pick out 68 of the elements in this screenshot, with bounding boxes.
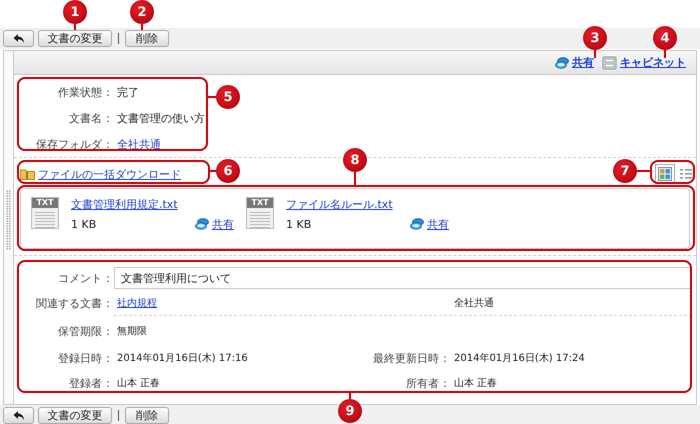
colon: : bbox=[106, 352, 110, 364]
callout-marker: 7 bbox=[613, 159, 637, 183]
colon: : bbox=[106, 272, 110, 284]
callout-marker: 5 bbox=[216, 85, 240, 109]
disc-stack-icon bbox=[195, 218, 209, 230]
field-value: 2014年01月16日(木) 17:24 bbox=[454, 352, 585, 365]
field-value: 山本 正春 bbox=[117, 376, 160, 390]
field-label: 関連する文書 bbox=[36, 296, 102, 310]
field-label: 登録者 bbox=[69, 376, 102, 390]
file-type-label: TXT bbox=[247, 198, 273, 208]
callout-marker: 6 bbox=[216, 159, 240, 183]
callout-marker: 1 bbox=[63, 0, 87, 24]
back-button[interactable] bbox=[3, 30, 34, 47]
field-value: 全社共通 bbox=[454, 296, 494, 310]
delete-button[interactable]: 削除 bbox=[125, 407, 169, 424]
field-label: 最終更新日時 bbox=[373, 350, 439, 366]
list-view-icon bbox=[680, 169, 692, 179]
file-type-label: TXT bbox=[32, 198, 58, 208]
field-label: コメント bbox=[58, 270, 102, 286]
share-link[interactable]: 共有 bbox=[427, 216, 449, 232]
colon: : bbox=[105, 86, 111, 98]
callout-marker: 9 bbox=[338, 399, 362, 423]
file-size: 1 KB bbox=[286, 218, 312, 230]
grid-view-icon bbox=[658, 167, 672, 181]
colon: : bbox=[106, 376, 110, 390]
back-arrow-icon bbox=[12, 33, 24, 44]
folder-icon bbox=[20, 168, 35, 180]
back-arrow-icon bbox=[12, 410, 24, 421]
field-value: 文書管理の使い方 bbox=[117, 112, 205, 124]
field-label: 文書名 bbox=[68, 110, 102, 126]
callout-marker: 2 bbox=[130, 0, 154, 24]
related-document-link[interactable]: 社内規程 bbox=[117, 296, 157, 310]
field-label: 作業状態 bbox=[57, 84, 102, 100]
cabinet-link[interactable]: キャビネット bbox=[620, 55, 686, 70]
folder-link[interactable]: 全社共通 bbox=[117, 138, 161, 150]
field-value: 山本 正春 bbox=[454, 376, 498, 390]
field-value: 無期限 bbox=[117, 324, 147, 338]
back-button[interactable] bbox=[3, 407, 34, 424]
colon: : bbox=[106, 324, 110, 338]
callout-marker: 8 bbox=[343, 148, 367, 172]
thumbnail-view-button[interactable] bbox=[655, 164, 675, 184]
download-all-link[interactable]: ファイルの一括ダウンロード bbox=[38, 166, 181, 182]
field-label: 登録日時 bbox=[58, 350, 102, 366]
resize-handle[interactable] bbox=[6, 190, 11, 250]
edit-document-button[interactable]: 文書の変更 bbox=[38, 30, 112, 47]
file-size: 1 KB bbox=[71, 218, 96, 230]
colon: : bbox=[443, 376, 447, 390]
delete-button[interactable]: 削除 bbox=[125, 30, 169, 47]
disc-stack-icon bbox=[555, 56, 569, 68]
disc-stack-icon bbox=[410, 218, 424, 230]
field-value: 2014年01月16日(木) 17:16 bbox=[117, 352, 248, 365]
colon: : bbox=[105, 138, 111, 150]
comment-field[interactable]: 文書管理利用について bbox=[114, 267, 692, 289]
leader-line bbox=[636, 170, 650, 172]
cabinet-icon bbox=[602, 56, 617, 70]
share-link[interactable]: 共有 bbox=[212, 216, 234, 232]
file-link[interactable]: 文書管理利用規定.txt bbox=[71, 198, 178, 211]
leader-line bbox=[354, 172, 356, 185]
file-link[interactable]: ファイル名ルール.txt bbox=[286, 198, 393, 211]
colon: : bbox=[443, 352, 447, 364]
colon: : bbox=[106, 296, 110, 310]
colon: : bbox=[105, 112, 111, 124]
field-label: 所有者 bbox=[406, 376, 439, 390]
share-link[interactable]: 共有 bbox=[572, 55, 594, 70]
edit-document-button[interactable]: 文書の変更 bbox=[38, 407, 112, 424]
field-label: 保存フォルダ bbox=[35, 136, 102, 152]
field-label: 保管期限 bbox=[58, 324, 102, 338]
field-value: 完了 bbox=[117, 86, 139, 98]
